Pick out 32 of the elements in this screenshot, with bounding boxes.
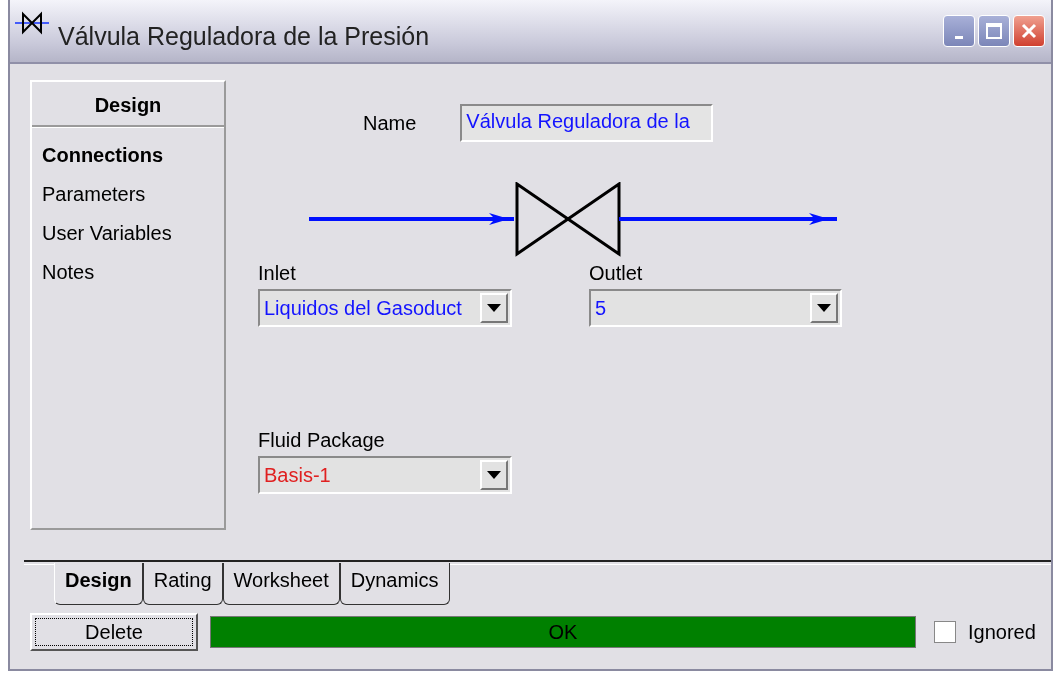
name-label: Name: [363, 111, 417, 135]
delete-button[interactable]: Delete: [30, 613, 198, 651]
ignored-checkbox[interactable]: [934, 621, 956, 643]
sidebar-header: Design: [32, 82, 224, 127]
minimize-button[interactable]: [943, 15, 975, 47]
dropdown-arrow-icon: [817, 304, 831, 312]
close-icon: [1020, 22, 1038, 40]
tab[interactable]: Worksheet: [222, 563, 340, 605]
dropdown-arrow-icon: [487, 471, 501, 479]
valve-icon: [14, 10, 50, 36]
sidebar-item[interactable]: Connections: [32, 136, 224, 175]
maximize-icon: [985, 22, 1003, 40]
sidebar-item[interactable]: Notes: [32, 253, 224, 292]
sidebar-item[interactable]: Parameters: [32, 175, 224, 214]
fluid-package-label: Fluid Package: [258, 429, 386, 452]
maximize-button[interactable]: [978, 15, 1010, 47]
inlet-label: Inlet: [258, 262, 297, 285]
close-button[interactable]: [1013, 15, 1045, 47]
ignored-label: Ignored: [968, 620, 1036, 644]
sidebar-item[interactable]: User Variables: [32, 214, 224, 253]
name-field[interactable]: Válvula Reguladora de la: [460, 104, 714, 142]
tab[interactable]: Design: [54, 563, 143, 605]
tab[interactable]: Rating: [142, 563, 223, 605]
tab[interactable]: Dynamics: [339, 563, 450, 605]
outlet-dropdown[interactable]: 5: [589, 289, 842, 327]
dropdown-arrow-icon: [487, 304, 501, 312]
status-text: OK: [548, 620, 578, 644]
inlet-dropdown[interactable]: Liquidos del Gasoduct: [258, 289, 512, 327]
fluid-package-dropdown[interactable]: Basis-1: [258, 456, 512, 494]
window-title: Válvula Reguladora de la Presión: [58, 21, 430, 51]
minimize-icon: [955, 35, 963, 39]
outlet-label: Outlet: [589, 262, 644, 285]
